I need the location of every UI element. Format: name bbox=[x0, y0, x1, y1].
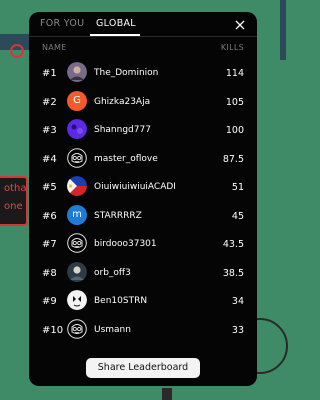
tab-bar: FOR YOU GLOBAL bbox=[29, 12, 257, 36]
letter-avatar-icon: m bbox=[67, 204, 87, 225]
leaderboard-row[interactable]: #6 m STARRRRZ 45 bbox=[29, 202, 257, 231]
photo-avatar-icon bbox=[67, 261, 87, 282]
tab-for-you[interactable]: FOR YOU bbox=[40, 18, 84, 29]
rank-label: #2 bbox=[42, 96, 57, 108]
leaderboard-row[interactable]: #10 Usmann 33 bbox=[29, 316, 257, 345]
rank-label: #10 bbox=[42, 324, 64, 336]
leaderboard-list: #1 The_Dominion 114 #2 G Ghizka23Aja 105 #3 Shan… bbox=[29, 59, 257, 344]
leaderboard-row[interactable]: #8 orb_off3 38.5 bbox=[29, 259, 257, 288]
background-player-tag-line: one bbox=[4, 201, 23, 212]
robot-avatar-icon bbox=[67, 318, 87, 339]
robot-avatar-icon bbox=[67, 147, 87, 168]
kill-count: 33 bbox=[231, 324, 244, 336]
player-name: Shanngd777 bbox=[94, 125, 151, 135]
kill-count: 100 bbox=[225, 125, 244, 136]
rank-label: #8 bbox=[42, 267, 57, 279]
leaderboard-row[interactable]: #7 birdooo37301 43.5 bbox=[29, 230, 257, 259]
player-name: The_Dominion bbox=[94, 68, 159, 78]
kill-count: 114 bbox=[225, 68, 244, 79]
avatar-letter: G bbox=[73, 95, 81, 106]
kill-count: 45 bbox=[231, 210, 244, 222]
player-name: Usmann bbox=[94, 324, 131, 335]
close-icon bbox=[235, 20, 245, 30]
kill-count: 34 bbox=[231, 296, 244, 307]
share-leaderboard-button[interactable]: Share Leaderboard bbox=[86, 358, 200, 378]
kill-count: 51 bbox=[231, 182, 244, 193]
purple-avatar-icon bbox=[67, 119, 87, 139]
player-name: OiuiwiuiwiuiACADI bbox=[94, 182, 176, 192]
kill-count: 105 bbox=[225, 96, 244, 108]
player-name: Ghizka23Aja bbox=[94, 96, 151, 107]
letter-avatar-icon: G bbox=[67, 90, 87, 111]
leaderboard-row[interactable]: #5 OiuiwiuiwiuiACADI 51 bbox=[29, 173, 257, 202]
player-name: master_oflove bbox=[94, 153, 158, 164]
rank-label: #7 bbox=[42, 239, 57, 250]
rank-label: #5 bbox=[42, 182, 57, 193]
leaderboard-row[interactable]: #2 G Ghizka23Aja 105 bbox=[29, 88, 257, 117]
rank-label: #3 bbox=[42, 125, 57, 136]
leaderboard-row[interactable]: #9 Ben10STRN 34 bbox=[29, 287, 257, 316]
background-player-tag-line: otha bbox=[4, 183, 27, 194]
player-name: orb_off3 bbox=[94, 267, 131, 278]
column-header-kills: KILLS bbox=[220, 43, 244, 52]
photo-avatar-icon bbox=[67, 62, 87, 82]
robot-avatar-icon bbox=[67, 233, 87, 253]
rank-label: #1 bbox=[42, 68, 57, 79]
cartoon-avatar-icon bbox=[67, 290, 87, 310]
kill-count: 38.5 bbox=[222, 267, 244, 279]
background-bar bbox=[280, 0, 286, 60]
tab-divider bbox=[29, 36, 257, 37]
background-player-tag: otha one bbox=[0, 176, 28, 226]
background-ring bbox=[10, 44, 24, 58]
column-header-name: NAME bbox=[42, 43, 67, 52]
flag-avatar-icon bbox=[67, 176, 87, 196]
rank-label: #4 bbox=[42, 153, 57, 165]
kill-count: 43.5 bbox=[222, 239, 244, 250]
background-post bbox=[162, 388, 172, 400]
close-button[interactable] bbox=[233, 17, 247, 31]
player-name: birdooo37301 bbox=[94, 239, 157, 249]
tab-global[interactable]: GLOBAL bbox=[96, 18, 136, 29]
rank-label: #9 bbox=[42, 296, 57, 307]
player-name: STARRRRZ bbox=[94, 210, 142, 221]
leaderboard-row[interactable]: #1 The_Dominion 114 bbox=[29, 59, 257, 88]
avatar-letter: m bbox=[72, 209, 82, 220]
kill-count: 87.5 bbox=[222, 153, 244, 165]
leaderboard-row[interactable]: #4 master_oflove 87.5 bbox=[29, 145, 257, 174]
rank-label: #6 bbox=[42, 210, 57, 222]
player-name: Ben10STRN bbox=[94, 296, 148, 306]
leaderboard-panel: FOR YOU GLOBAL NAME KILLS #1 The_Dominion… bbox=[29, 12, 257, 386]
leaderboard-row[interactable]: #3 Shanngd777 100 bbox=[29, 116, 257, 145]
